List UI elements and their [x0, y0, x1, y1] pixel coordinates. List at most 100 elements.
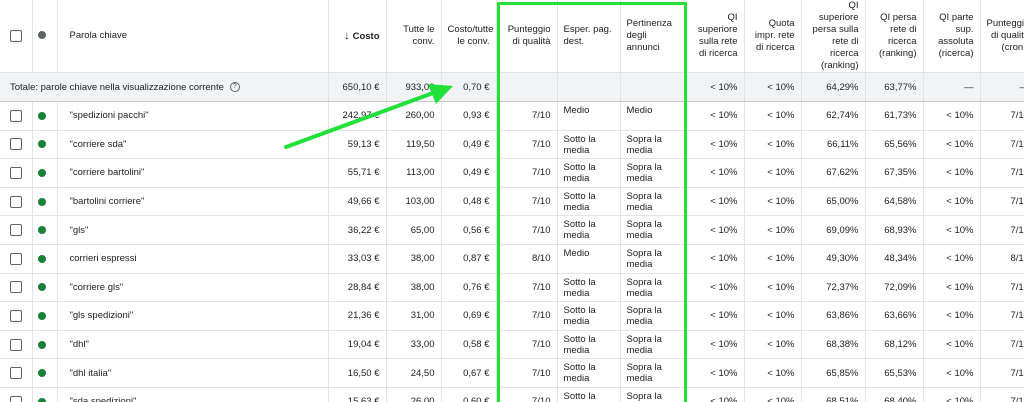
row-checkbox[interactable] [10, 138, 22, 151]
table-cell-qi-persa: 61,73% [865, 101, 924, 131]
row-select-cell [0, 387, 33, 402]
table-cell-qi-sup-persa: 62,74% [801, 101, 866, 131]
table-row[interactable]: "sda spedizioni" 15,63 €26,00 0,60 €7/10 So… [0, 387, 1024, 402]
row-checkbox[interactable] [10, 367, 22, 380]
table-cell-qi-persa: 65,56% [865, 130, 924, 160]
column-header-costo-conv[interactable]: Costo/tutte le conv. [441, 0, 497, 73]
table-row[interactable]: corrieri espressi 33,03 €38,00 0,87 €8/10 M… [0, 244, 1024, 274]
status-dot-icon [37, 283, 46, 292]
keyword-cell[interactable]: corrieri espressi [57, 244, 329, 274]
table-cell-quota-impr: < 10% [744, 101, 802, 131]
table-cell-qi-parte-sup: < 10% [923, 101, 981, 131]
table-cell-costo-conv: 0,69 € [441, 301, 497, 331]
keyword-cell[interactable]: "spedizioni pacchi" [57, 101, 329, 131]
table-cell-punteggio: 7/10 [496, 301, 558, 331]
keyword-cell[interactable]: "dhl italia" [57, 358, 329, 388]
keyword-cell[interactable]: "corriere sda" [57, 130, 329, 160]
row-select-cell [0, 273, 33, 303]
table-cell-qi-persa: 68,93% [865, 215, 924, 245]
column-header-qi-superiore[interactable]: QI superiore sulla rete di ricerca [684, 0, 745, 73]
status-dot-icon [37, 369, 46, 378]
table-row[interactable]: "corriere bartolini" 55,71 €113,00 0,49 €7… [0, 158, 1024, 188]
table-cell-qi-parte-sup: < 10% [923, 158, 981, 188]
table-row[interactable]: "dhl italia" 16,50 €24,50 0,67 €7/10 Sotto … [0, 358, 1024, 388]
column-header-quota-impr[interactable]: Quota impr. rete di ricerca [744, 0, 802, 73]
table-row[interactable]: "gls spedizioni" 21,36 €31,00 0,69 €7/10 So… [0, 301, 1024, 331]
table-cell-qi-persa: 48,34% [865, 244, 924, 274]
table-cell-quota-impr: < 10% [744, 330, 802, 360]
table-cell-qi-persa: 72,09% [865, 273, 924, 303]
table-cell-qi-parte-sup: < 10% [923, 358, 981, 388]
keyword-cell[interactable]: "corriere gls" [57, 273, 329, 303]
table-row[interactable]: "corriere sda" 59,13 €119,50 0,49 €7/10 Sot… [0, 130, 1024, 160]
row-checkbox[interactable] [10, 281, 22, 294]
table-row[interactable]: "corriere gls" 28,84 €38,00 0,76 €7/10 Sott… [0, 273, 1024, 303]
table-cell-costo: 33,03 € [328, 244, 387, 274]
table-cell-punteggio: 7/10 [496, 215, 558, 245]
table-row[interactable]: "spedizioni pacchi" 242,97 €260,00 0,93 €7… [0, 101, 1024, 131]
column-header-qi-parte-sup[interactable]: QI parte sup. assoluta (ricerca) [923, 0, 981, 73]
total-label: Totale: parole chiave nella visualizzazi… [10, 81, 224, 93]
table-cell-pertinenza: Sopra la media [620, 301, 685, 331]
keyword-cell[interactable]: "dhl" [57, 330, 329, 360]
keyword-cell[interactable]: "gls" [57, 215, 329, 245]
row-checkbox[interactable] [10, 195, 22, 208]
keyword-cell[interactable]: "sda spedizioni" [57, 387, 329, 402]
row-status-cell [32, 158, 58, 188]
table-cell-costo: 19,04 € [328, 330, 387, 360]
row-select-cell [0, 130, 33, 160]
row-checkbox[interactable] [10, 109, 22, 122]
row-checkbox[interactable] [10, 252, 22, 265]
row-checkbox[interactable] [10, 166, 22, 179]
column-header-punteggio[interactable]: Punteggio di qualità [496, 0, 558, 73]
table-cell-qi-superiore: < 10% [684, 358, 745, 388]
row-status-cell [32, 330, 58, 360]
column-header-qi-sup-persa[interactable]: QI superiore persa sulla rete di ricerca… [801, 0, 866, 73]
table-cell-punteggio-cron: 7/10 [980, 330, 1024, 360]
total-punteggio-cron: — [980, 72, 1024, 102]
keyword-cell[interactable]: "gls spedizioni" [57, 301, 329, 331]
table-cell-qi-persa: 65,53% [865, 358, 924, 388]
status-dot-icon [37, 311, 46, 320]
table-cell-costo: 55,71 € [328, 158, 387, 188]
column-header-costo[interactable]: ↓ Costo [328, 0, 387, 73]
table-cell-costo: 49,66 € [328, 187, 387, 217]
column-header-tutte-conv[interactable]: Tutte le conv. [386, 0, 442, 73]
select-all-checkbox[interactable] [10, 29, 22, 42]
table-cell-qi-persa: 64,58% [865, 187, 924, 217]
column-header-qi-persa[interactable]: QI persa rete di ricerca (ranking) [865, 0, 924, 73]
column-header-punteggio-cron[interactable]: Punteggio di qualità (cron.) [980, 0, 1024, 73]
table-cell-punteggio-cron: 7/10 [980, 158, 1024, 188]
status-dot-icon [37, 226, 46, 235]
table-cell-conv: 38,00 [386, 273, 442, 303]
table-cell-qi-superiore: < 10% [684, 130, 745, 160]
row-checkbox[interactable] [10, 395, 22, 402]
row-checkbox[interactable] [10, 338, 22, 351]
row-checkbox[interactable] [10, 309, 22, 322]
row-checkbox[interactable] [10, 224, 22, 237]
column-header-keyword[interactable]: Parola chiave [57, 0, 329, 73]
table-cell-conv: 103,00 [386, 187, 442, 217]
table-cell-punteggio: 7/10 [496, 130, 558, 160]
total-qi-parte-sup: — [923, 72, 981, 102]
keyword-cell[interactable]: "corriere bartolini" [57, 158, 329, 188]
table-cell-qi-superiore: < 10% [684, 187, 745, 217]
table-cell-conv: 38,00 [386, 244, 442, 274]
table-cell-qi-parte-sup: < 10% [923, 130, 981, 160]
table-row[interactable]: "gls" 36,22 €65,00 0,56 €7/10 Sotto la medi… [0, 215, 1024, 245]
column-header-esper[interactable]: Esper. pag. dest. [557, 0, 621, 73]
total-qi-superiore: < 10% [684, 72, 745, 102]
table-cell-qi-superiore: < 10% [684, 158, 745, 188]
table-cell-qi-persa: 67,35% [865, 158, 924, 188]
total-esper [557, 72, 621, 102]
table-cell-pertinenza: Sopra la media [620, 244, 685, 274]
status-dot-icon [37, 31, 46, 40]
table-row[interactable]: "bartolini corriere" 49,66 €103,00 0,48 €7… [0, 187, 1024, 217]
table-row[interactable]: "dhl" 19,04 €33,00 0,58 €7/10 Sotto la medi… [0, 330, 1024, 360]
keyword-cell[interactable]: "bartolini corriere" [57, 187, 329, 217]
table-cell-punteggio-cron: 7/10 [980, 273, 1024, 303]
info-icon[interactable]: ? [229, 81, 240, 92]
total-punteggio [496, 72, 558, 102]
column-header-pertinenza[interactable]: Pertinenza degli annunci [620, 0, 685, 73]
table-cell-qi-persa: 68,12% [865, 330, 924, 360]
